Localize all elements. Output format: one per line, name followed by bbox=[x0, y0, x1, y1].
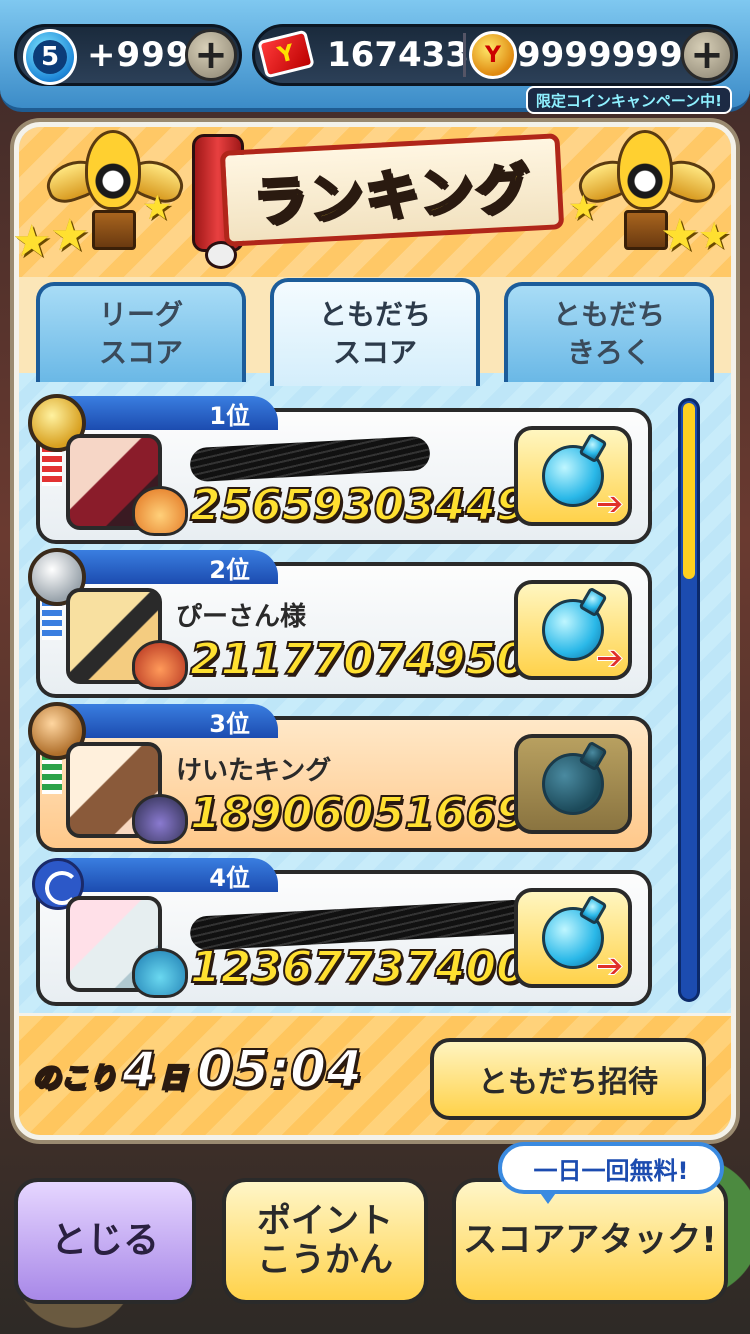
medal-ribbon bbox=[42, 600, 62, 640]
star-icon: ★ bbox=[142, 188, 173, 228]
ticket-value: 167433 bbox=[327, 35, 469, 75]
player-score: 21177074950 bbox=[189, 633, 528, 686]
ranking-row: 2位 ぴーさん様 21177074950 ➔ bbox=[28, 548, 652, 698]
scroll-paper: ランキング bbox=[219, 133, 565, 247]
ranking-scrollbar[interactable] bbox=[678, 398, 700, 1002]
days-unit: 日 bbox=[158, 1060, 188, 1095]
stamina-plus-button[interactable]: + bbox=[185, 29, 237, 81]
stamina-level: 5 bbox=[33, 40, 67, 74]
page-title: ランキング bbox=[250, 155, 534, 235]
ranking-row: 1位 25659303449 ➔ bbox=[28, 394, 652, 544]
star-icon: ★ bbox=[660, 210, 700, 261]
stamina-pill: 5 +999 + bbox=[14, 24, 242, 86]
yokai-icon bbox=[132, 640, 188, 690]
yokai-icon bbox=[132, 794, 188, 844]
star-icon: ★ bbox=[12, 216, 52, 267]
tab-label: リーグ スコア bbox=[98, 298, 183, 369]
score-attack-button[interactable]: ➔ bbox=[514, 426, 632, 526]
currency-divider bbox=[463, 33, 466, 77]
arrow-icon: ➔ bbox=[595, 484, 624, 525]
player-score: 18906051669 bbox=[189, 787, 528, 840]
player-name: けいたキング bbox=[176, 756, 332, 786]
title-banner: ランキング bbox=[192, 133, 565, 269]
score-attack-button-disabled bbox=[514, 734, 632, 834]
medal-ribbon bbox=[42, 754, 62, 794]
score-attack-button[interactable]: ➔ bbox=[514, 580, 632, 680]
time-remaining: のこり 4 日 05:04 bbox=[31, 1039, 364, 1101]
point-exchange-button[interactable]: ポイント こうかん bbox=[222, 1178, 428, 1304]
tab-league-score[interactable]: リーグ スコア bbox=[36, 282, 246, 382]
tab-friend-score[interactable]: ともだち スコア bbox=[270, 278, 480, 386]
invite-friends-button[interactable]: ともだち招待 bbox=[430, 1038, 706, 1120]
stamina-value: +999 bbox=[87, 35, 191, 75]
bomb-icon bbox=[542, 753, 604, 815]
score-attack-main-button[interactable]: スコアアタック! bbox=[452, 1178, 728, 1304]
remaining-label: のこり bbox=[31, 1060, 117, 1095]
close-button[interactable]: とじる bbox=[14, 1178, 196, 1304]
arrow-icon: ➔ bbox=[595, 946, 624, 987]
star-icon: ★ bbox=[698, 216, 731, 257]
player-name: ぴーさん様 bbox=[176, 602, 307, 632]
star-icon: ★ bbox=[568, 188, 599, 228]
stamina-drop-icon: 5 bbox=[23, 29, 77, 85]
remaining-clock: 05:04 bbox=[196, 1039, 364, 1101]
player-score: 12367737400 bbox=[189, 941, 528, 994]
free-once-daily-badge: 一日一回無料! bbox=[498, 1142, 724, 1204]
campaign-badge[interactable]: 限定コインキャンペーン中! bbox=[525, 86, 732, 114]
ticket-icon: Y bbox=[257, 29, 315, 79]
ranking-row-self: 3位 けいたキング 18906051669 bbox=[28, 702, 652, 852]
yokai-icon bbox=[132, 948, 188, 998]
player-score: 25659303449 bbox=[189, 479, 528, 532]
yokai-icon bbox=[132, 486, 188, 536]
arrow-icon: ➔ bbox=[595, 638, 624, 679]
remaining-days: 4 bbox=[121, 1040, 158, 1100]
scroll-thumb[interactable] bbox=[683, 403, 695, 579]
coin-plus-button[interactable]: + bbox=[681, 29, 733, 81]
medal-ribbon bbox=[42, 446, 62, 486]
ranking-row: 4位 12367737400 ➔ bbox=[32, 858, 652, 1006]
tab-friend-record[interactable]: ともだち きろく bbox=[504, 282, 714, 382]
coin-purse-icon: Y bbox=[469, 31, 517, 79]
redacted-name bbox=[189, 435, 431, 483]
tab-label: ともだち きろく bbox=[552, 298, 665, 369]
tab-label: ともだち スコア bbox=[318, 298, 431, 369]
currency-pill: Y 167433 Y 9999999 + bbox=[252, 24, 738, 86]
score-attack-button[interactable]: ➔ bbox=[514, 888, 632, 988]
star-icon: ★ bbox=[50, 210, 90, 261]
coin-value: 9999999 bbox=[517, 35, 683, 75]
